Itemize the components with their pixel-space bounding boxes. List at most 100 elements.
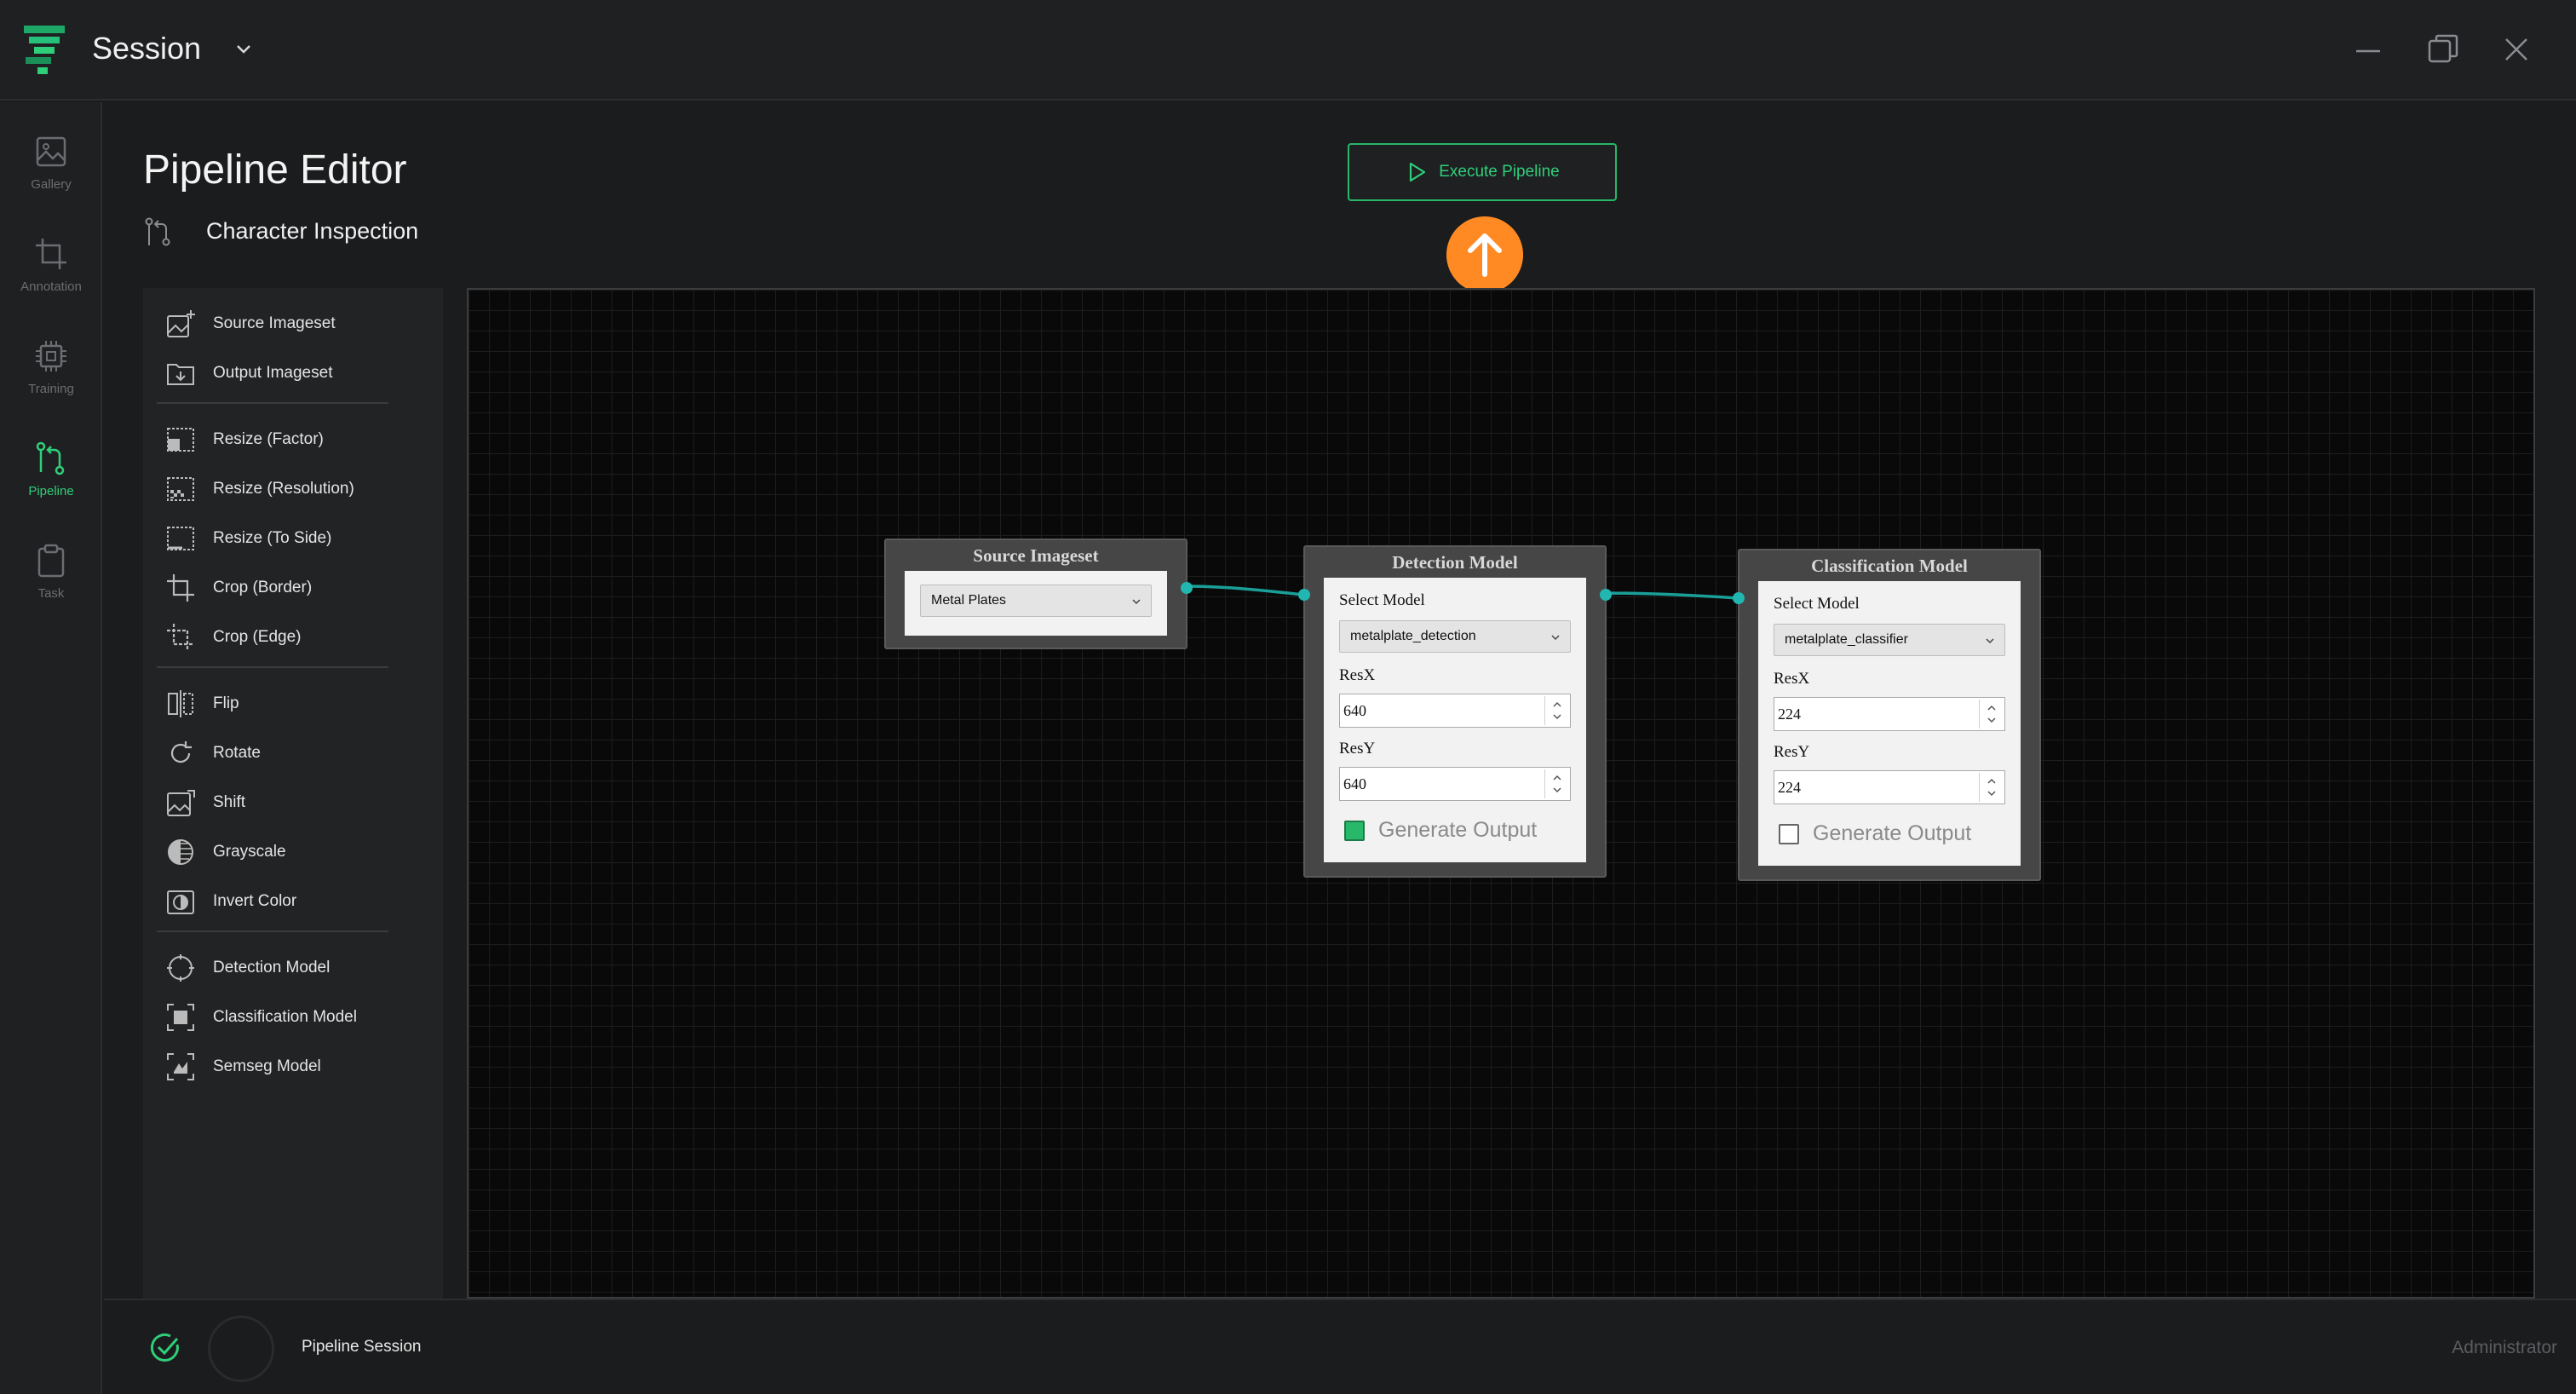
session-title[interactable]: Session bbox=[92, 31, 201, 66]
execute-pipeline-button[interactable]: Execute Pipeline bbox=[1348, 143, 1617, 201]
spin-arrows[interactable] bbox=[1979, 773, 2003, 802]
palette-item-shift[interactable]: Shift bbox=[157, 782, 429, 823]
select-model-label: Select Model bbox=[1774, 595, 1860, 613]
resx-input[interactable]: 640 bbox=[1339, 694, 1571, 728]
palette-item-label: Grayscale bbox=[213, 843, 286, 861]
rail-item-annotation[interactable]: Annotation bbox=[0, 222, 102, 315]
imageset-select[interactable]: Metal Plates bbox=[920, 585, 1152, 617]
image-icon bbox=[36, 136, 66, 167]
pipeline-icon bbox=[36, 441, 65, 475]
node-title: Classification Model bbox=[1811, 556, 1968, 576]
palette-item-flip[interactable]: Flip bbox=[157, 683, 429, 724]
palette-item-label: Resize (To Side) bbox=[213, 529, 332, 547]
select-model-label: Select Model bbox=[1339, 591, 1425, 609]
pipeline-name: Character Inspection bbox=[206, 218, 419, 244]
palette-item-resize-resolution[interactable]: Resize (Resolution) bbox=[157, 469, 429, 510]
spin-arrows[interactable] bbox=[1544, 696, 1568, 725]
spin-arrows-icon bbox=[1553, 701, 1561, 720]
resy-input[interactable]: 640 bbox=[1339, 767, 1571, 801]
page-title: Pipeline Editor bbox=[143, 147, 407, 193]
node-source-imageset[interactable]: Source Imageset Metal Plates bbox=[884, 539, 1193, 649]
palette-item-resize-to-side[interactable]: Resize (To Side) bbox=[157, 518, 429, 559]
rail-label: Pipeline bbox=[28, 484, 74, 498]
resize-resolution-icon bbox=[167, 477, 194, 501]
flip-icon bbox=[168, 690, 193, 717]
palette-item-resize-factor[interactable]: Resize (Factor) bbox=[157, 419, 429, 460]
rail-label: Task bbox=[37, 586, 65, 601]
resx-value: 224 bbox=[1778, 706, 1801, 723]
chevron-down-icon bbox=[1986, 638, 1994, 644]
restore-icon[interactable] bbox=[2423, 29, 2464, 70]
resy-label: ResY bbox=[1339, 740, 1376, 757]
palette-item-label: Crop (Edge) bbox=[213, 628, 302, 646]
output-port[interactable] bbox=[1181, 582, 1193, 594]
rail-item-pipeline[interactable]: Pipeline bbox=[0, 426, 102, 520]
minimize-icon[interactable] bbox=[2348, 29, 2389, 70]
grayscale-icon bbox=[168, 839, 193, 865]
palette-item-crop-edge[interactable]: Crop (Edge) bbox=[157, 617, 429, 658]
palette-item-label: Resize (Factor) bbox=[213, 430, 324, 448]
palette-item-label: Source Imageset bbox=[213, 314, 336, 332]
palette-divider bbox=[157, 666, 388, 668]
palette-item-output-imageset[interactable]: Output Imageset bbox=[157, 353, 429, 394]
pipeline-canvas[interactable]: Source Imageset Metal Plates Detection M… bbox=[467, 288, 2535, 1299]
rail-item-task[interactable]: Task bbox=[0, 528, 102, 622]
palette-item-label: Crop (Border) bbox=[213, 579, 313, 596]
palette-item-crop-border[interactable]: Crop (Border) bbox=[157, 567, 429, 608]
invert-color-icon bbox=[167, 890, 194, 914]
palette-item-detection-model[interactable]: Detection Model bbox=[157, 948, 429, 988]
palette-item-label: Detection Model bbox=[213, 959, 331, 976]
semseg-icon bbox=[167, 1053, 194, 1080]
resy-label: ResY bbox=[1774, 743, 1810, 761]
node-body: Metal Plates bbox=[905, 571, 1167, 636]
arrow-up-icon bbox=[1446, 216, 1523, 293]
spin-arrows-icon bbox=[1553, 775, 1561, 793]
detection-model-value: metalplate_detection bbox=[1350, 629, 1476, 643]
input-port[interactable] bbox=[1733, 592, 1745, 604]
node-title: Source Imageset bbox=[973, 545, 1099, 566]
node-classification-model[interactable]: Classification Model Select Model metalp… bbox=[1733, 549, 2041, 881]
generate-output-row[interactable]: Generate Output bbox=[1779, 821, 1971, 846]
spin-arrows[interactable] bbox=[1544, 769, 1568, 798]
node-body: Select Model metalplate_classifier ResX … bbox=[1758, 581, 2021, 866]
input-port[interactable] bbox=[1298, 589, 1310, 601]
palette-item-classification-model[interactable]: Classification Model bbox=[157, 997, 429, 1038]
resx-input[interactable]: 224 bbox=[1774, 697, 2005, 731]
spin-arrows[interactable] bbox=[1979, 700, 2003, 729]
rail-label: Annotation bbox=[20, 279, 82, 294]
palette-item-label: Flip bbox=[213, 694, 239, 712]
chevron-down-icon[interactable] bbox=[232, 37, 256, 61]
chip-icon bbox=[36, 341, 66, 372]
palette-item-grayscale[interactable]: Grayscale bbox=[157, 832, 429, 873]
palette-divider bbox=[157, 930, 388, 932]
rail-item-training[interactable]: Training bbox=[0, 324, 102, 418]
node-detection-model[interactable]: Detection Model Select Model metalplate_… bbox=[1298, 545, 1612, 878]
status-bar: Pipeline Session Administrator bbox=[104, 1299, 2576, 1394]
imageset-select-value: Metal Plates bbox=[931, 593, 1007, 608]
palette-divider bbox=[157, 402, 388, 404]
generate-output-checkbox[interactable] bbox=[1344, 820, 1365, 841]
palette-item-semseg-model[interactable]: Semseg Model bbox=[157, 1046, 429, 1087]
spin-arrows-icon bbox=[1987, 778, 1996, 797]
spin-arrows-icon bbox=[1987, 705, 1996, 723]
palette-item-rotate[interactable]: Rotate bbox=[157, 733, 429, 774]
palette-item-label: Output Imageset bbox=[213, 364, 333, 382]
current-user[interactable]: Administrator bbox=[2452, 1338, 2557, 1358]
resy-value: 640 bbox=[1343, 775, 1366, 792]
palette-item-source-imageset[interactable]: Source Imageset bbox=[157, 303, 429, 344]
app-logo-icon bbox=[24, 26, 65, 74]
generate-output-row[interactable]: Generate Output bbox=[1344, 818, 1537, 843]
title-bar: Session bbox=[0, 0, 2576, 101]
detection-model-select[interactable]: metalplate_detection bbox=[1339, 620, 1571, 653]
resize-factor-icon bbox=[167, 428, 194, 452]
rail-item-gallery[interactable]: Gallery bbox=[0, 119, 102, 213]
node-title: Detection Model bbox=[1392, 552, 1518, 573]
navigation-rail: Gallery Annotation Training Pipeline Tas… bbox=[0, 102, 102, 1394]
close-icon[interactable] bbox=[2496, 29, 2537, 70]
classification-model-select[interactable]: metalplate_classifier bbox=[1774, 624, 2005, 656]
output-port[interactable] bbox=[1600, 589, 1612, 601]
resy-input[interactable]: 224 bbox=[1774, 770, 2005, 804]
palette-item-invert-color[interactable]: Invert Color bbox=[157, 881, 429, 922]
resx-label: ResX bbox=[1774, 670, 1810, 688]
generate-output-checkbox[interactable] bbox=[1779, 823, 1799, 844]
